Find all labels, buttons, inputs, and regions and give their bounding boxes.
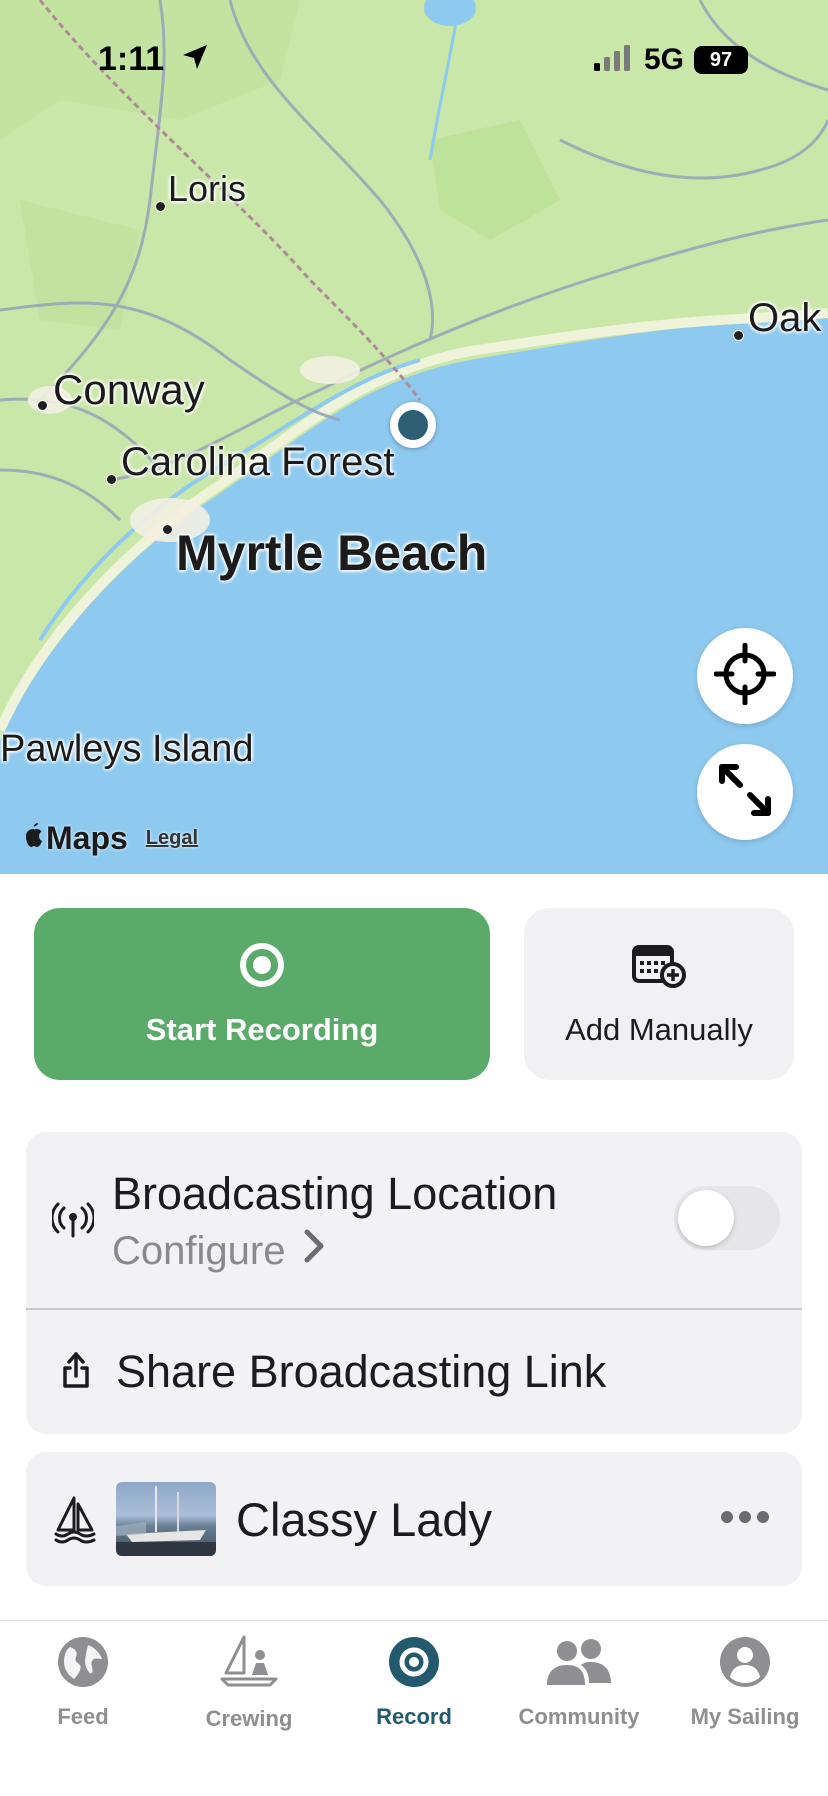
toggle-knob <box>678 1190 734 1246</box>
oak-marker <box>733 330 744 341</box>
broadcast-title: Broadcasting Location <box>112 1168 558 1219</box>
maps-attribution: Maps Legal <box>22 820 198 857</box>
tab-record[interactable]: Record <box>331 1635 497 1730</box>
map-label-conway: Conway <box>53 366 205 413</box>
tab-crewing[interactable]: Crewing <box>166 1635 332 1732</box>
add-manually-label: Add Manually <box>565 1011 753 1047</box>
user-location-marker <box>390 402 436 448</box>
tab-label: Community <box>518 1704 640 1729</box>
tab-label: My Sailing <box>690 1704 800 1729</box>
share-icon <box>60 1350 92 1395</box>
broadcast-toggle[interactable] <box>674 1186 780 1250</box>
globe-icon <box>56 1635 110 1694</box>
apple-logo-icon <box>22 820 46 857</box>
tab-label: Feed <box>57 1704 109 1729</box>
network-label: 5G <box>644 43 685 76</box>
tab-my-sailing[interactable]: My Sailing <box>662 1635 828 1730</box>
myrtle-beach-marker <box>162 524 173 535</box>
boat-card[interactable]: Classy Lady <box>26 1452 802 1586</box>
tab-label: Crewing <box>205 1706 293 1731</box>
boat-photo <box>116 1482 216 1556</box>
expand-arrows-icon <box>716 761 774 824</box>
start-recording-button[interactable]: Start Recording <box>34 908 490 1080</box>
map-label-oak: Oak <box>748 296 822 340</box>
signal-icon <box>594 41 634 80</box>
expand-map-button[interactable] <box>697 744 793 840</box>
tab-community[interactable]: Community <box>496 1635 662 1730</box>
status-right: 5G 97 <box>594 40 749 80</box>
map-view[interactable]: 1:11 5G 97 Loris Conway Carolina Forest … <box>0 0 828 874</box>
boat-name: Classy Lady <box>236 1493 492 1546</box>
configure-link[interactable]: Configure <box>112 1228 325 1274</box>
share-broadcast-link-row[interactable]: Share Broadcasting Link <box>26 1310 802 1434</box>
broadcast-antenna-icon <box>50 1202 96 1243</box>
sailboat-icon <box>54 1494 98 1549</box>
map-label-loris: Loris <box>168 168 247 209</box>
share-broadcast-link-label: Share Broadcasting Link <box>116 1345 607 1397</box>
conway-marker <box>37 400 48 411</box>
configure-label: Configure <box>112 1228 286 1273</box>
recenter-location-button[interactable] <box>697 628 793 724</box>
loris-marker <box>155 201 166 212</box>
legal-link[interactable]: Legal <box>146 827 198 850</box>
status-time: 1:11 <box>98 40 210 80</box>
record-target-icon <box>238 941 286 994</box>
map-label-pawleys-island: Pawleys Island <box>0 728 254 770</box>
start-recording-label: Start Recording <box>145 1011 379 1047</box>
tab-bar: Feed Crewing Record Community My Sailing <box>0 1620 828 1796</box>
map-label-myrtle-beach: Myrtle Beach <box>176 525 488 581</box>
crosshair-icon <box>713 642 777 710</box>
chevron-right-icon <box>303 1228 325 1274</box>
record-icon <box>387 1635 441 1694</box>
people-icon <box>545 1635 613 1694</box>
map-label-carolina-forest: Carolina Forest <box>121 440 395 484</box>
person-icon <box>718 1635 772 1694</box>
tab-label: Record <box>376 1704 452 1729</box>
sailor-icon <box>218 1635 280 1696</box>
tab-feed[interactable]: Feed <box>0 1635 166 1730</box>
broadcast-card: Broadcasting Location Configure Share Br… <box>26 1132 802 1434</box>
calendar-add-icon <box>631 941 687 994</box>
carolina-forest-marker <box>106 474 117 485</box>
battery-icon: 97 <box>694 46 749 74</box>
add-manually-button[interactable]: Add Manually <box>524 908 794 1080</box>
broadcast-location-row[interactable]: Broadcasting Location Configure <box>26 1132 802 1308</box>
location-arrow-icon <box>180 42 210 81</box>
more-options-icon[interactable] <box>720 1510 770 1529</box>
